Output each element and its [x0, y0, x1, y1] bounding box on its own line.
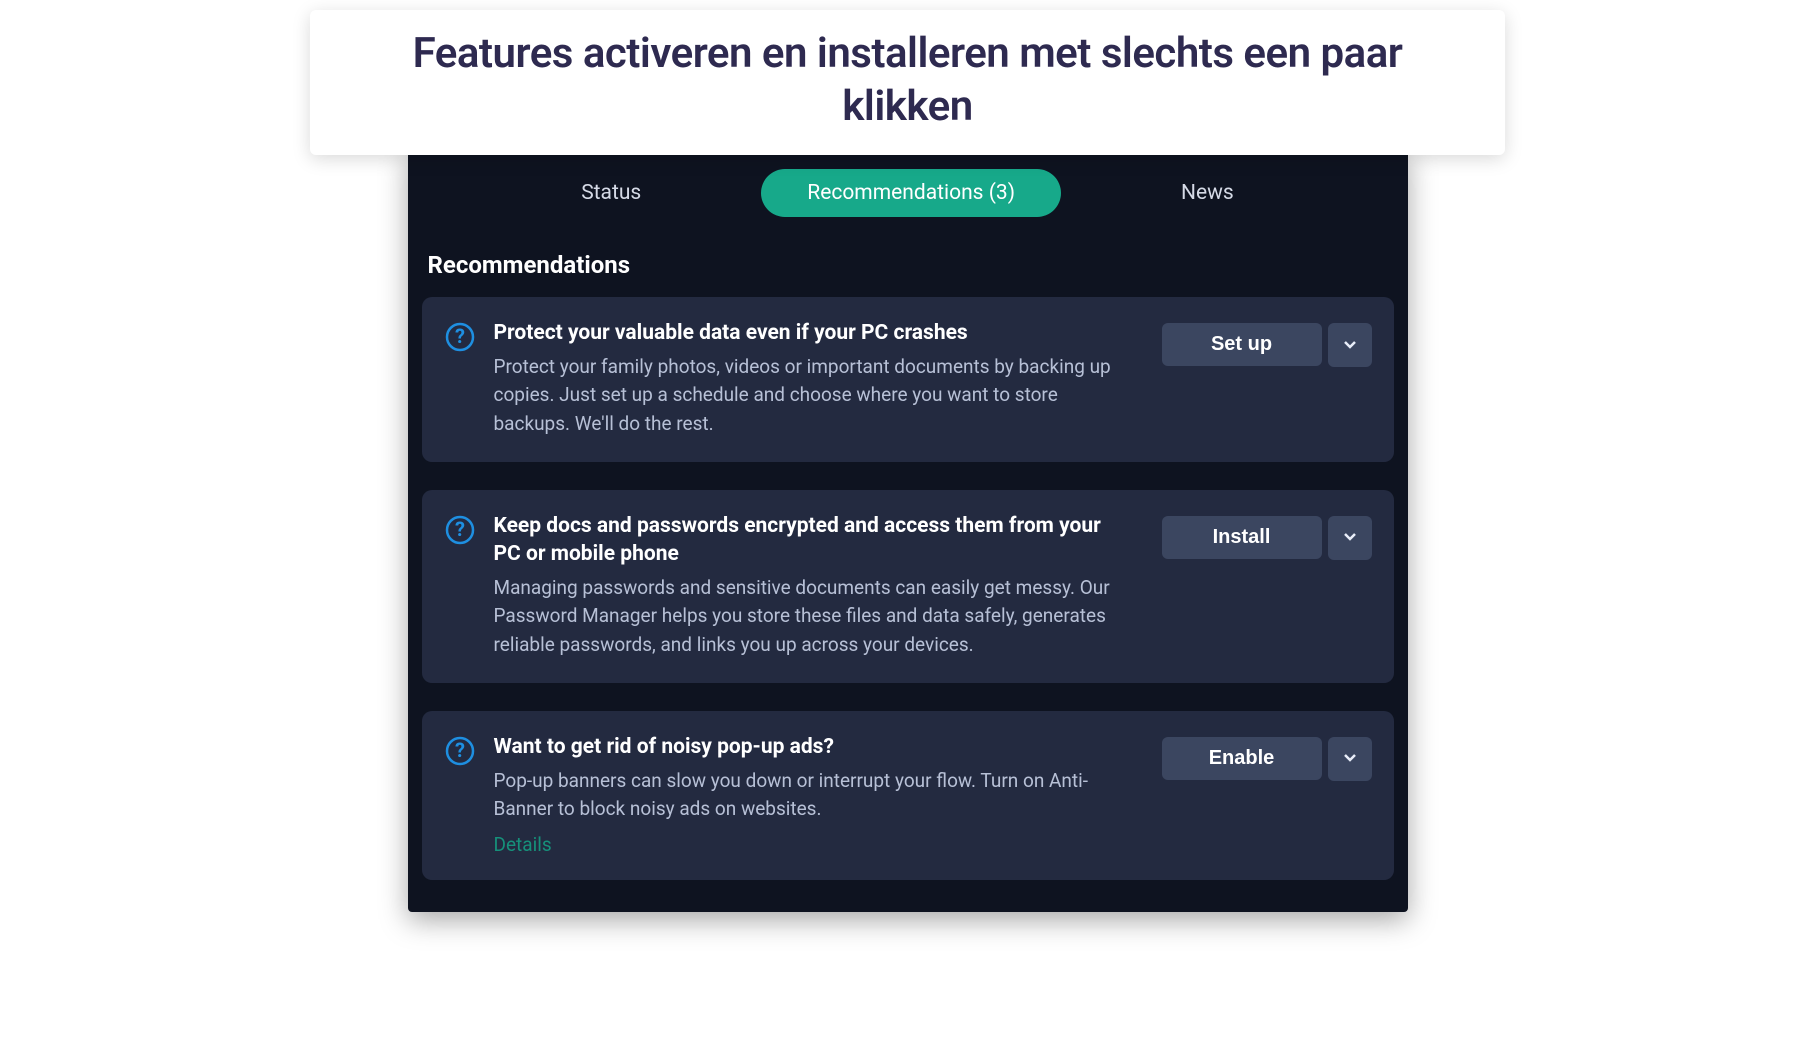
card-body: Protect your valuable data even if your … [494, 319, 1144, 438]
card-actions: Install [1162, 516, 1372, 659]
svg-text:?: ? [455, 738, 465, 762]
enable-button[interactable]: Enable [1162, 737, 1322, 780]
help-icon[interactable]: ? [444, 735, 476, 767]
tab-recommendations[interactable]: Recommendations (3) [761, 169, 1061, 217]
card-title: Protect your valuable data even if your … [494, 319, 1126, 347]
tabs-bar: Status Recommendations (3) News [408, 149, 1408, 231]
card-actions: Enable [1162, 737, 1372, 857]
page-banner: Features activeren en installeren met sl… [310, 10, 1505, 155]
banner-title: Features activeren en installeren met sl… [350, 28, 1465, 133]
card-description: Protect your family photos, videos or im… [494, 353, 1126, 437]
card-body: Want to get rid of noisy pop-up ads? Pop… [494, 733, 1144, 857]
recommendation-card: ? Keep docs and passwords encrypted and … [422, 490, 1394, 683]
tab-news[interactable]: News [1181, 169, 1234, 217]
card-title: Keep docs and passwords encrypted and ac… [494, 512, 1126, 569]
card-description: Pop-up banners can slow you down or inte… [494, 767, 1126, 823]
recommendations-list: ? Protect your valuable data even if you… [408, 297, 1408, 880]
details-link[interactable]: Details [494, 833, 1126, 856]
tab-status[interactable]: Status [581, 169, 641, 217]
section-title: Recommendations [408, 231, 1408, 297]
dropdown-button[interactable] [1328, 516, 1372, 560]
card-actions: Set up [1162, 323, 1372, 438]
chevron-down-icon [1342, 749, 1358, 768]
help-icon[interactable]: ? [444, 514, 476, 546]
help-icon[interactable]: ? [444, 321, 476, 353]
recommendation-card: ? Want to get rid of noisy pop-up ads? P… [422, 711, 1394, 881]
card-description: Managing passwords and sensitive documen… [494, 574, 1126, 658]
dropdown-button[interactable] [1328, 737, 1372, 781]
card-title: Want to get rid of noisy pop-up ads? [494, 733, 1126, 761]
setup-button[interactable]: Set up [1162, 323, 1322, 366]
chevron-down-icon [1342, 528, 1358, 547]
card-body: Keep docs and passwords encrypted and ac… [494, 512, 1144, 659]
svg-text:?: ? [455, 324, 465, 348]
recommendation-card: ? Protect your valuable data even if you… [422, 297, 1394, 462]
svg-text:?: ? [455, 517, 465, 541]
app-window: Status Recommendations (3) News Recommen… [408, 149, 1408, 912]
chevron-down-icon [1342, 336, 1358, 355]
install-button[interactable]: Install [1162, 516, 1322, 559]
dropdown-button[interactable] [1328, 323, 1372, 367]
